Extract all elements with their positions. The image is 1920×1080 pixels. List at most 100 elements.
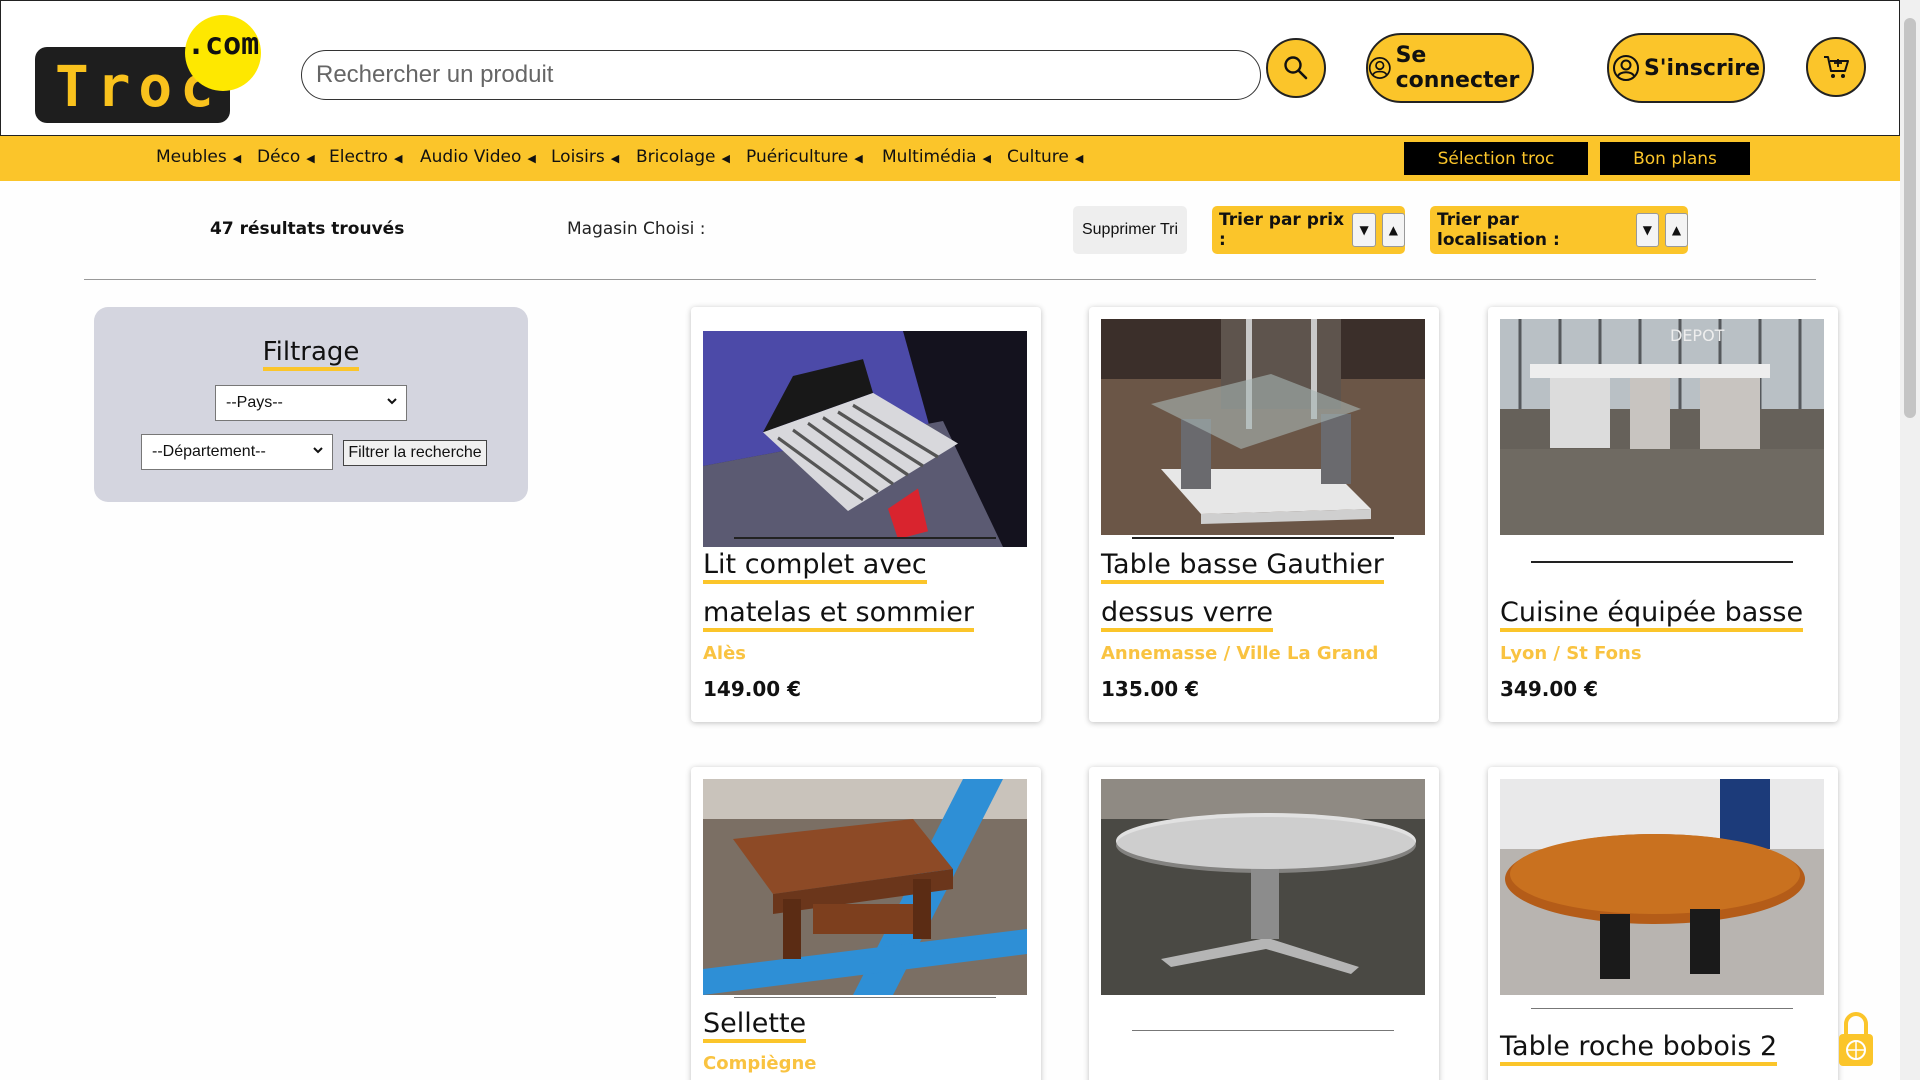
product-image bbox=[1101, 319, 1425, 535]
department-select[interactable]: --Département-- bbox=[141, 434, 333, 470]
sort-location-box: Trier par localisation : ▼ ▲ bbox=[1430, 206, 1688, 254]
site-logo[interactable]: Troc .com bbox=[35, 15, 265, 125]
site-header: Troc .com Se connecter bbox=[0, 0, 1900, 136]
bon-plans-button[interactable]: Bon plans bbox=[1600, 142, 1750, 175]
caret-left-icon: ◀ bbox=[610, 152, 620, 165]
nav-item-audio-video[interactable]: Audio Video ◀ bbox=[420, 147, 536, 167]
product-card[interactable]: Sellette Compiègne bbox=[691, 767, 1041, 1080]
nav-item-label: Culture bbox=[1007, 147, 1069, 167]
results-count: 47 résultats trouvés bbox=[210, 219, 405, 239]
nav-item-electro[interactable]: Electro ◀ bbox=[329, 147, 402, 167]
sort-price-box: Trier par prix : ▼ ▲ bbox=[1212, 206, 1406, 254]
nav-item-meubles[interactable]: Meubles ◀ bbox=[156, 147, 241, 167]
chevron-down-icon bbox=[386, 395, 398, 410]
image-sign-text: DEPOT bbox=[1670, 326, 1725, 345]
filter-search-button[interactable]: Filtrer la recherche bbox=[343, 440, 487, 466]
product-image bbox=[703, 779, 1027, 995]
divider bbox=[84, 279, 1816, 280]
signup-label: S'inscrire bbox=[1643, 55, 1761, 81]
product-title[interactable]: Lit complet avec matelas et sommier bbox=[703, 541, 1033, 637]
product-card[interactable]: Table roche bobois 2 bbox=[1488, 767, 1838, 1080]
product-image bbox=[703, 331, 1027, 547]
login-button[interactable]: Se connecter bbox=[1366, 33, 1534, 103]
product-price: 349.00 € bbox=[1500, 677, 1599, 701]
arrow-down-icon: ▼ bbox=[1359, 223, 1369, 237]
department-select-value: --Département-- bbox=[152, 443, 266, 460]
nav-item-puericulture[interactable]: Puériculture ◀ bbox=[746, 147, 863, 167]
country-select-value: --Pays-- bbox=[226, 394, 283, 411]
scrollbar[interactable] bbox=[1900, 0, 1920, 1080]
sort-price-asc-button[interactable]: ▲ bbox=[1381, 213, 1406, 247]
logo-suffix-text: .com bbox=[187, 27, 260, 62]
card-divider bbox=[1531, 561, 1793, 563]
card-divider bbox=[734, 537, 996, 539]
page: Troc .com Se connecter bbox=[0, 0, 1920, 1080]
nav-item-label: Loisirs bbox=[551, 147, 605, 167]
product-title[interactable]: Table roche bobois 2 bbox=[1500, 1023, 1830, 1071]
country-select[interactable]: --Pays-- bbox=[215, 385, 407, 421]
product-image bbox=[1500, 779, 1824, 995]
search-bar bbox=[301, 50, 1261, 100]
sort-location-label: Trier par localisation : bbox=[1437, 210, 1560, 250]
card-divider bbox=[1132, 537, 1394, 539]
product-title[interactable]: Table basse Gauthier dessus verre bbox=[1101, 541, 1431, 637]
search-button[interactable] bbox=[1266, 38, 1326, 98]
clear-sort-button[interactable]: Supprimer Tri bbox=[1073, 206, 1187, 254]
signup-button[interactable]: S'inscrire bbox=[1607, 33, 1765, 103]
sort-price-desc-button[interactable]: ▼ bbox=[1352, 213, 1376, 247]
sort-location-asc-button[interactable]: ▲ bbox=[1664, 213, 1688, 247]
selection-troc-button[interactable]: Sélection troc bbox=[1404, 142, 1588, 175]
search-icon bbox=[1284, 56, 1308, 80]
arrow-up-icon: ▲ bbox=[1671, 223, 1682, 237]
card-divider bbox=[734, 997, 996, 998]
caret-left-icon: ◀ bbox=[527, 152, 536, 165]
caret-left-icon: ◀ bbox=[232, 152, 242, 165]
filter-title: Filtrage bbox=[94, 337, 528, 371]
arrow-down-icon: ▼ bbox=[1642, 223, 1652, 237]
sort-price-label: Trier par prix : bbox=[1219, 210, 1345, 250]
nav-item-label: Bricolage bbox=[636, 147, 716, 167]
nav-item-multimedia[interactable]: Multimédia ◀ bbox=[882, 147, 991, 167]
caret-left-icon: ◀ bbox=[306, 152, 315, 165]
user-icon bbox=[1368, 57, 1391, 79]
search-input[interactable] bbox=[302, 51, 1260, 99]
product-card[interactable]: Lit complet avec matelas et sommier Alès… bbox=[691, 307, 1041, 722]
product-card[interactable]: DEPOT Cuisine équipée basse Lyon / St Fo… bbox=[1488, 307, 1838, 722]
nav-item-loisirs[interactable]: Loisirs ◀ bbox=[551, 147, 619, 167]
product-card[interactable] bbox=[1089, 767, 1439, 1080]
card-divider bbox=[1531, 1008, 1793, 1009]
caret-left-icon: ◀ bbox=[393, 152, 403, 165]
caret-left-icon: ◀ bbox=[854, 152, 863, 165]
filter-panel: Filtrage --Pays-- --Département-- Filtre… bbox=[94, 307, 528, 502]
sort-location-desc-button[interactable]: ▼ bbox=[1635, 213, 1659, 247]
arrow-up-icon: ▲ bbox=[1388, 223, 1398, 237]
cart-icon bbox=[1824, 56, 1849, 78]
product-location: Compiègne bbox=[703, 1053, 817, 1074]
cart-button[interactable] bbox=[1806, 37, 1866, 97]
product-image bbox=[1101, 779, 1425, 995]
nav-item-label: Meubles bbox=[156, 147, 227, 167]
lock-icon[interactable] bbox=[1836, 1010, 1876, 1070]
caret-left-icon: ◀ bbox=[1074, 152, 1084, 165]
product-price: 135.00 € bbox=[1101, 677, 1200, 701]
chevron-down-icon bbox=[312, 444, 324, 459]
nav-item-culture[interactable]: Culture ◀ bbox=[1007, 147, 1083, 167]
shop-label: Magasin Choisi : bbox=[567, 219, 706, 239]
nav-item-label: Electro bbox=[329, 147, 388, 167]
scrollbar-thumb[interactable] bbox=[1904, 18, 1916, 418]
user-icon bbox=[1612, 55, 1639, 81]
product-location: Alès bbox=[703, 643, 747, 664]
product-title[interactable]: Sellette bbox=[703, 1000, 1033, 1048]
product-title[interactable]: Cuisine équipée basse bbox=[1500, 589, 1830, 637]
category-nav: Meubles ◀ Déco ◀ Electro ◀ Audio Video ◀ Loi… bbox=[0, 136, 1900, 181]
caret-left-icon: ◀ bbox=[721, 152, 730, 165]
nav-item-deco[interactable]: Déco ◀ bbox=[257, 147, 315, 167]
nav-item-label: Déco bbox=[257, 147, 301, 167]
product-price: 149.00 € bbox=[703, 677, 802, 701]
nav-item-label: Multimédia bbox=[882, 147, 977, 167]
product-card[interactable]: Table basse Gauthier dessus verre Annema… bbox=[1089, 307, 1439, 722]
nav-item-bricolage[interactable]: Bricolage ◀ bbox=[636, 147, 730, 167]
caret-left-icon: ◀ bbox=[982, 152, 991, 165]
nav-item-label: Audio Video bbox=[420, 147, 522, 167]
login-label: Se connecter bbox=[1395, 43, 1520, 93]
